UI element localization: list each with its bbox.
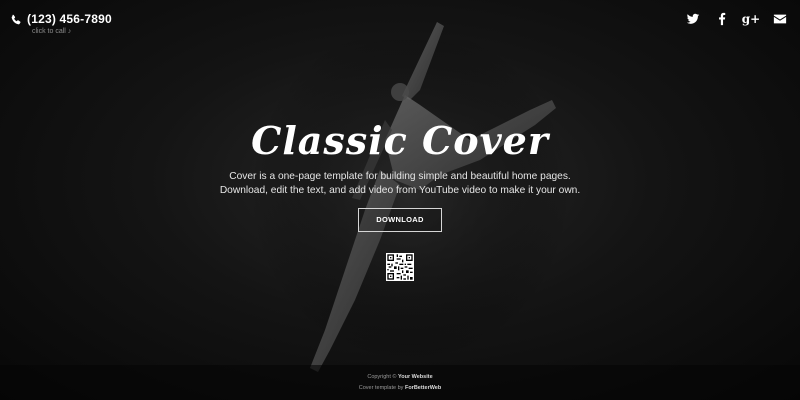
envelope-icon[interactable] xyxy=(772,11,788,27)
description-line-2: Download, edit the text, and add video f… xyxy=(219,185,581,196)
twitter-icon[interactable] xyxy=(685,11,701,27)
google-plus-icon[interactable]: g+ xyxy=(742,11,760,27)
template-credit-line: Cover template by ForBetterWeb xyxy=(358,385,442,391)
hero-description: Cover is a one-page template for buildin… xyxy=(0,170,800,198)
facebook-icon[interactable] xyxy=(714,11,730,27)
copyright-line: Copyright © Your Website xyxy=(367,374,433,380)
page-title: Classic Cover xyxy=(251,118,549,163)
hero-section: Classic Cover Cover is a one-page templa… xyxy=(0,110,800,281)
forbetterweb-link[interactable]: ForBetterWeb xyxy=(405,385,441,391)
download-button[interactable]: DOWNLOAD xyxy=(358,208,442,232)
phone-icon xyxy=(10,13,22,25)
footer: Copyright © Your Website Cover template … xyxy=(0,372,800,394)
social-links: g+ xyxy=(685,11,788,27)
phone-number[interactable]: (123) 456-7890 xyxy=(27,12,112,26)
description-line-1: Cover is a one-page template for buildin… xyxy=(229,171,571,182)
website-link[interactable]: Your Website xyxy=(398,374,433,380)
phone-contact[interactable]: (123) 456-7890 click to call ♪ xyxy=(10,12,112,35)
click-to-call-label: click to call ♪ xyxy=(32,28,72,35)
cover-page: (123) 456-7890 click to call ♪ g+ Classi… xyxy=(0,0,800,400)
smile-icon: ♪ xyxy=(67,28,72,35)
qr-code-icon[interactable] xyxy=(386,253,414,281)
